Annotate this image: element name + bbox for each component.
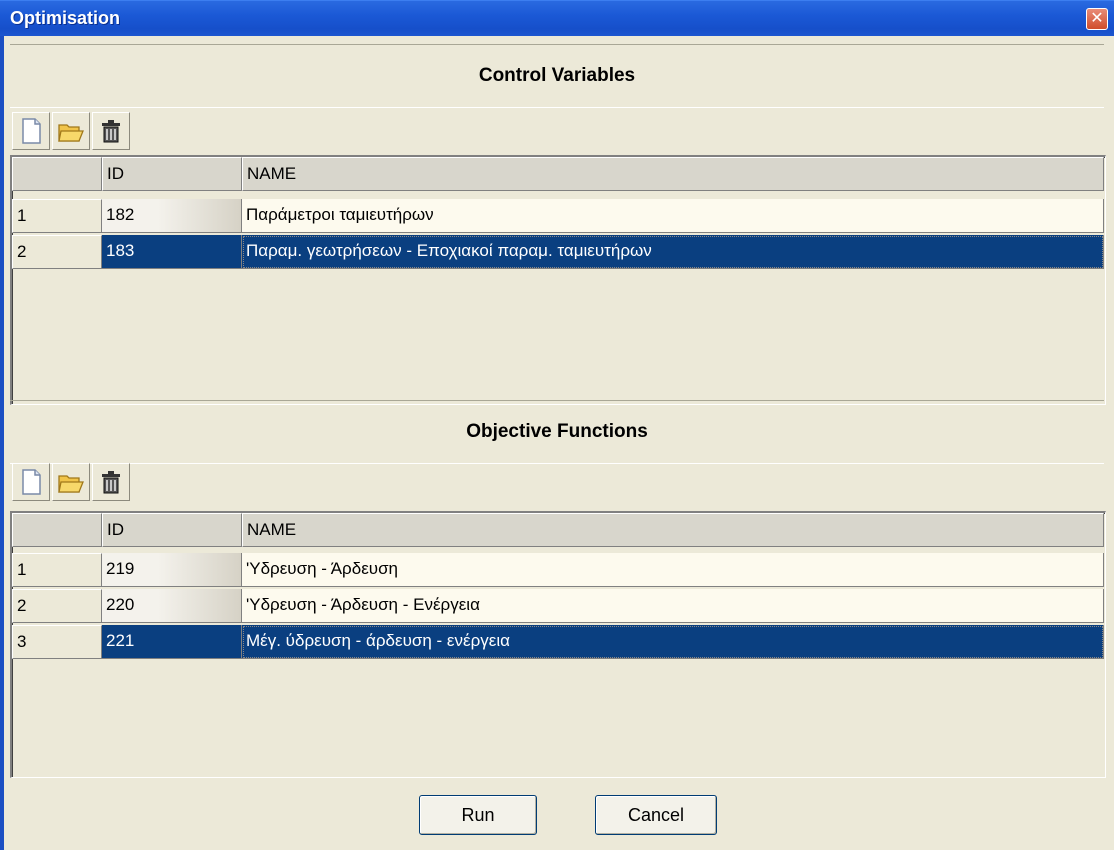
row-name-cell[interactable]: Μέγ. ύδρευση - άρδευση - ενέργεια: [242, 625, 1104, 659]
row-name-cell[interactable]: 'Υδρευση - Άρδευση: [242, 553, 1104, 587]
row-id-cell[interactable]: 220: [102, 589, 242, 623]
objective-functions-heading: Objective Functions: [10, 400, 1104, 464]
cancel-button[interactable]: Cancel: [595, 795, 717, 835]
column-header-name[interactable]: NAME: [242, 513, 1104, 547]
trash-icon[interactable]: [92, 463, 130, 501]
table-row[interactable]: 2 183 Παραμ. γεωτρήσεων - Εποχιακοί παρα…: [12, 235, 1104, 269]
control-variables-heading: Control Variables: [10, 44, 1104, 108]
table-row[interactable]: 1 182 Παράμετροι ταμιευτήρων: [12, 199, 1104, 233]
row-number[interactable]: 1: [12, 553, 102, 587]
control-variables-grid[interactable]: ID NAME 1 182 Παράμετροι ταμιευτήρων 2 1…: [10, 155, 1106, 405]
row-id-cell[interactable]: 219: [102, 553, 242, 587]
run-button[interactable]: Run: [419, 795, 537, 835]
new-document-icon[interactable]: [12, 112, 50, 150]
grid-header-row: ID NAME: [12, 157, 1104, 191]
title-bar[interactable]: Optimisation ✕: [0, 0, 1114, 36]
column-header-id[interactable]: ID: [102, 157, 242, 191]
control-variables-toolbar: [12, 112, 130, 152]
objective-functions-toolbar: [12, 463, 130, 503]
row-id-cell[interactable]: 182: [102, 199, 242, 233]
trash-icon[interactable]: [92, 112, 130, 150]
column-header-id[interactable]: ID: [102, 513, 242, 547]
row-number[interactable]: 2: [12, 235, 102, 269]
column-header-name[interactable]: NAME: [242, 157, 1104, 191]
new-document-icon[interactable]: [12, 463, 50, 501]
optimisation-dialog: Optimisation ✕ Control Variables ID NAME…: [0, 0, 1114, 850]
table-row[interactable]: 3 221 Μέγ. ύδρευση - άρδευση - ενέργεια: [12, 625, 1104, 659]
table-row[interactable]: 2 220 'Υδρευση - Άρδευση - Ενέργεια: [12, 589, 1104, 623]
open-folder-icon[interactable]: [52, 463, 90, 501]
window-title: Optimisation: [10, 8, 121, 28]
open-folder-icon[interactable]: [52, 112, 90, 150]
window-border: [0, 36, 4, 850]
objective-functions-grid[interactable]: ID NAME 1 219 'Υδρευση - Άρδευση 2 220 '…: [10, 511, 1106, 778]
column-header-row-number: [12, 157, 102, 191]
row-name-cell[interactable]: 'Υδρευση - Άρδευση - Ενέργεια: [242, 589, 1104, 623]
grid-header-row: ID NAME: [12, 513, 1104, 547]
row-name-cell[interactable]: Παραμ. γεωτρήσεων - Εποχιακοί παραμ. ταμ…: [242, 235, 1104, 269]
row-name-cell[interactable]: Παράμετροι ταμιευτήρων: [242, 199, 1104, 233]
row-number[interactable]: 1: [12, 199, 102, 233]
row-number[interactable]: 3: [12, 625, 102, 659]
row-number[interactable]: 2: [12, 589, 102, 623]
table-row[interactable]: 1 219 'Υδρευση - Άρδευση: [12, 553, 1104, 587]
row-id-cell[interactable]: 183: [102, 235, 242, 269]
close-icon[interactable]: ✕: [1086, 8, 1108, 30]
row-id-cell[interactable]: 221: [102, 625, 242, 659]
column-header-row-number: [12, 513, 102, 547]
